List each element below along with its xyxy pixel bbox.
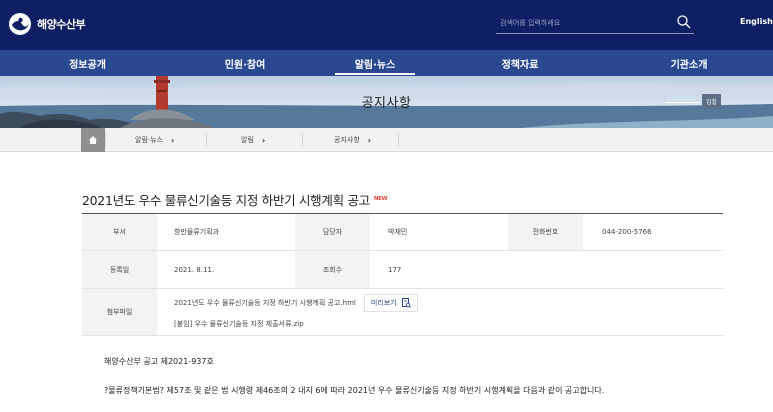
breadcrumb-item-announcements[interactable]: 공지사항 ›: [334, 128, 371, 152]
breadcrumb-divider: [206, 133, 207, 147]
phone-value: 044-200-5766: [602, 228, 652, 236]
notice-number: 해양수산부 공고 제2021-937호: [104, 357, 214, 366]
phone-label: 전화번호: [508, 214, 583, 250]
logo-text: 해양수산부: [37, 18, 86, 31]
attach-label: 첨부파일: [82, 289, 157, 335]
breadcrumb-item-notice[interactable]: 알림 ›: [241, 128, 265, 152]
chevron-right-icon: ›: [171, 135, 175, 145]
chevron-right-icon: ›: [261, 135, 266, 145]
dept-value: 항만물류기획과: [174, 228, 220, 236]
attachment-item: [붙임] 우수 물류신기술등 지정 제출서류.zip: [174, 316, 304, 332]
home-button[interactable]: [81, 128, 105, 152]
breadcrumb-label: 공지사항: [334, 136, 360, 144]
chevron-right-icon: ›: [367, 135, 372, 145]
date-label: 등록일: [82, 251, 157, 288]
page-title: 공지사항: [361, 96, 412, 111]
banner-divider: [666, 102, 700, 103]
breadcrumb-divider: [302, 133, 303, 147]
views-value: 177: [388, 265, 402, 274]
breadcrumb: 알림·뉴스 › 알림 › 공지사항 ›: [0, 128, 773, 152]
nav-item-civil-participation[interactable]: 민원·참여: [175, 50, 315, 76]
attachment-item: 2021년도 우수 물류신기술등 지정 하반기 시행계획 공고.hml 미리보기: [174, 293, 418, 313]
table-row: 등록일 2021. 8.11. 조회수 177: [82, 251, 723, 289]
manager-label: 담당자: [295, 214, 370, 250]
table-row: 부서 항만물류기획과 담당자 박재민 전화번호 044-200-5766: [82, 214, 723, 251]
nav-item-notice-news[interactable]: 알림·뉴스: [315, 50, 435, 76]
home-icon: [89, 136, 97, 144]
breadcrumb-label: 알림: [241, 136, 254, 144]
table-row: 첨부파일 2021년도 우수 물류신기술등 지정 하반기 시행계획 공고.hml…: [82, 289, 723, 336]
notice-paragraph: ?물류정책기본법? 제57조 및 같은 법 시행령 제46조의 2 내지 6에 …: [104, 386, 605, 395]
breadcrumb-divider: [105, 133, 106, 147]
post-info-table: 부서 항만물류기획과 담당자 박재민 전화번호 044-200-5766 등록일…: [82, 213, 723, 336]
breadcrumb-divider: [398, 133, 399, 147]
document-search-icon: [401, 298, 411, 308]
breadcrumb-label: 알림·뉴스: [135, 136, 163, 144]
preview-label: 미리보기: [370, 299, 397, 307]
site-logo[interactable]: 해양수산부: [8, 12, 86, 36]
new-badge: NEW: [373, 196, 388, 202]
nav-item-info-disclosure[interactable]: 정보공개: [0, 50, 175, 76]
search-input[interactable]: [496, 14, 671, 32]
dept-label: 부서: [82, 214, 157, 250]
attachment-link[interactable]: 2021년도 우수 물류신기술등 지정 하반기 시행계획 공고.hml: [174, 298, 356, 308]
nav-item-policy-materials[interactable]: 정책자료: [435, 50, 605, 76]
bid-chip[interactable]: 입찰: [702, 94, 721, 108]
english-link[interactable]: English: [740, 17, 773, 26]
manager-value: 박재민: [388, 228, 408, 236]
main-nav: 정보공개 민원·참여 알림·뉴스 정책자료 기관소개: [0, 50, 773, 76]
views-label: 조회수: [295, 251, 370, 288]
search-box: [496, 12, 694, 34]
nav-item-about[interactable]: 기관소개: [605, 50, 773, 76]
attachment-link[interactable]: [붙임] 우수 물류신기술등 지정 제출서류.zip: [174, 319, 304, 329]
post-title: 2021년도 우수 물류신기술등 지정 하반기 시행계획 공고 NEW: [82, 190, 388, 209]
search-icon[interactable]: [676, 14, 692, 30]
date-value: 2021. 8.11.: [174, 265, 215, 274]
ministry-emblem-icon: [9, 13, 31, 35]
page-banner: 공지사항 입찰: [0, 76, 773, 128]
top-header: 해양수산부 English: [0, 0, 773, 50]
breadcrumb-item-notice-news[interactable]: 알림·뉴스 ›: [135, 128, 174, 152]
preview-button[interactable]: 미리보기: [363, 294, 418, 312]
post-title-text: 2021년도 우수 물류신기술등 지정 하반기 시행계획 공고: [82, 193, 370, 208]
